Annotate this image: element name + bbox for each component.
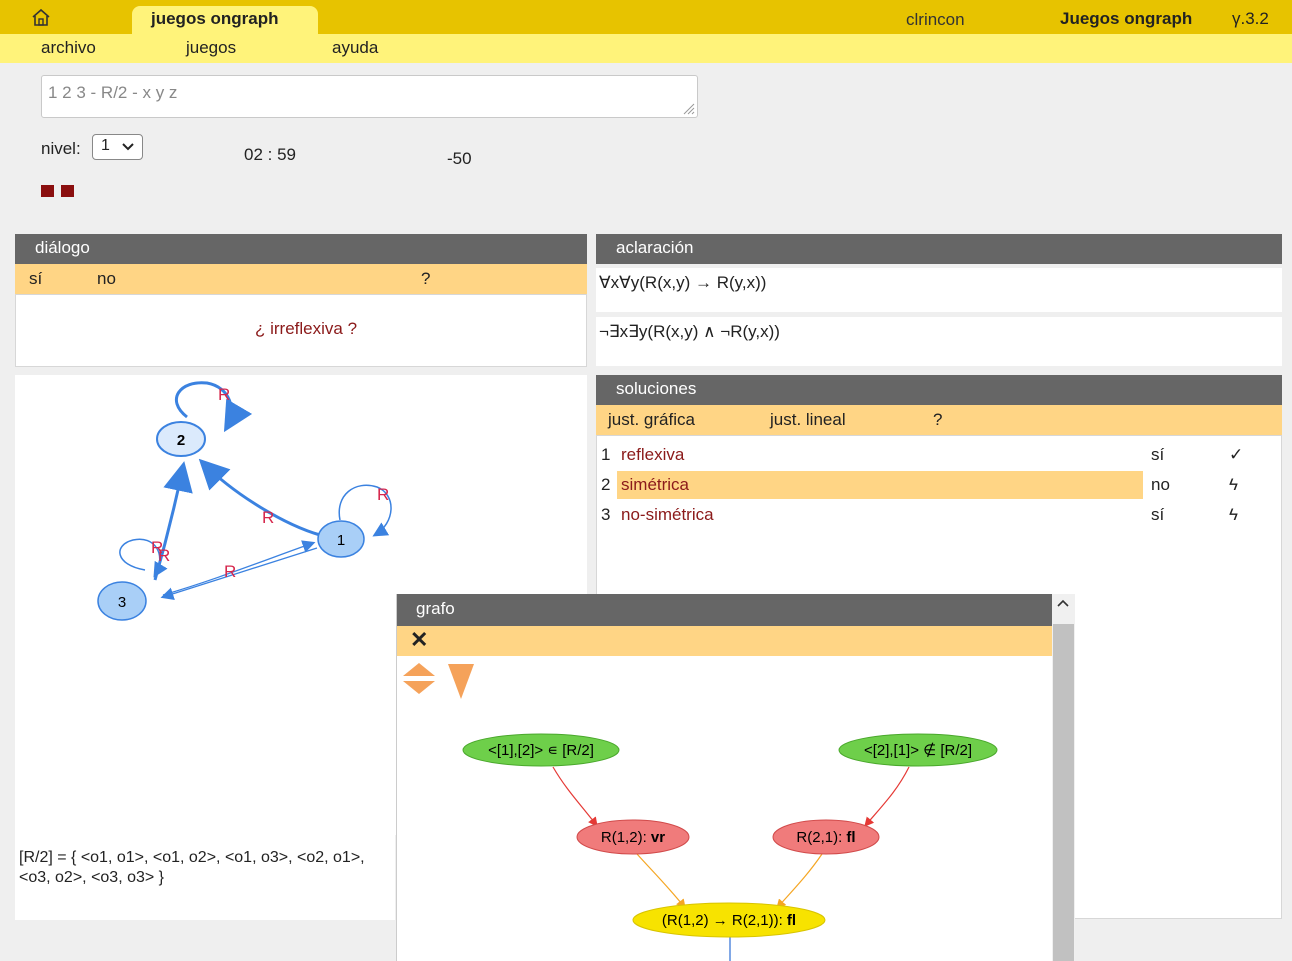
- graph-node-3[interactable]: 3: [97, 581, 147, 621]
- solution-name[interactable]: no-simétrica: [617, 501, 718, 529]
- home-icon[interactable]: [30, 6, 52, 28]
- menu-ayuda[interactable]: ayuda: [332, 38, 378, 58]
- solution-name[interactable]: simétrica: [617, 471, 1143, 499]
- answer-no-button[interactable]: no: [97, 269, 116, 289]
- aclaracion-title: aclaración: [616, 238, 694, 257]
- solution-row[interactable]: 1 reflexiva sí ✓: [597, 441, 1257, 469]
- edge-1-3: [160, 547, 318, 600]
- justification-tree: <[1],[2]> ∊ [R/2] <[2],[1]> ∉ [R/2] R(1,…: [403, 663, 998, 961]
- relation-extension: [R/2] = { <o1, o1>, <o1, o2>, <o1, o3>, …: [15, 835, 395, 920]
- aclaracion-header: aclaración: [596, 234, 1282, 264]
- score: -50: [447, 149, 472, 168]
- grafo-toolbar: ✕: [397, 626, 1052, 656]
- timer: 02 : 59: [244, 145, 296, 164]
- dialogo-toolbar: sí no ?: [15, 264, 587, 294]
- tree-node-premise-left[interactable]: <[1],[2]> ∊ [R/2]: [462, 733, 620, 767]
- app-title: Juegos ongraph: [1060, 9, 1193, 28]
- scroll-up-icon[interactable]: [1056, 597, 1070, 611]
- query-input[interactable]: 1 2 3 - R/2 - x y z: [41, 75, 698, 118]
- graph-node-2[interactable]: 2: [156, 421, 206, 457]
- soluciones-header: soluciones: [596, 375, 1282, 405]
- check-icon: ✓: [1229, 445, 1244, 464]
- tree-edge: [636, 853, 686, 909]
- dialogo-header: diálogo: [15, 234, 587, 264]
- solution-value: sí: [1151, 505, 1165, 524]
- expand-collapse-icon[interactable]: [403, 663, 435, 694]
- formula-2: ¬∃x∃y(R(x,y) ∧ ¬R(y,x)): [596, 317, 1282, 366]
- svg-text:1: 1: [337, 532, 345, 549]
- edge-label: R: [218, 385, 230, 404]
- top-bar: juegos ongraph clrincon Juegos ongraph γ…: [0, 0, 1292, 34]
- just-grafica-button[interactable]: just. gráfica: [608, 410, 695, 430]
- tree-node-premise-right[interactable]: <[2],[1]> ∉ [R/2]: [838, 733, 998, 767]
- tab-juegos-ongraph[interactable]: juegos ongraph: [132, 6, 318, 34]
- chevron-down-icon: [122, 143, 134, 151]
- dialogo-title: diálogo: [35, 238, 90, 257]
- formula-1: ∀x∀y(R(x,y) → R(y,x)): [596, 268, 1282, 312]
- solution-number: 3: [601, 505, 611, 524]
- dialogo-question: ¿ irreflexiva ?: [255, 319, 358, 338]
- grafo-modal: grafo ✕ <[1],[2]> ∊ [R/2] <[2],[1]> ∉ [R…: [396, 594, 1075, 961]
- scroll-thumb[interactable]: [1053, 624, 1074, 961]
- menu-juegos[interactable]: juegos: [186, 38, 236, 58]
- resize-grip-icon[interactable]: [681, 101, 695, 115]
- app-version: γ.3.2: [1232, 9, 1269, 28]
- edge-label: R: [262, 508, 274, 527]
- edge-label: R: [224, 562, 236, 581]
- svg-text:<[2],[1]> ∉ [R/2]: <[2],[1]> ∉ [R/2]: [864, 742, 972, 759]
- solution-number: 2: [601, 475, 611, 494]
- svg-text:2: 2: [177, 432, 185, 449]
- soluciones-help-button[interactable]: ?: [933, 410, 942, 430]
- close-icon[interactable]: ✕: [410, 627, 428, 653]
- edge-label: R: [158, 546, 170, 565]
- soluciones-title: soluciones: [616, 379, 697, 398]
- grafo-title: grafo: [416, 599, 455, 618]
- svg-text:R(2,1): fl: R(2,1): fl: [796, 829, 855, 846]
- tree-edge: [552, 766, 598, 827]
- svg-text:3: 3: [118, 594, 126, 611]
- solution-number: 1: [601, 445, 611, 464]
- grafo-header[interactable]: grafo: [397, 594, 1052, 626]
- answer-si-button[interactable]: sí: [29, 269, 42, 289]
- solution-row[interactable]: 3 no-simétrica sí ϟ: [597, 501, 1257, 529]
- solution-row[interactable]: 2 simétrica no ϟ: [597, 471, 1257, 499]
- collapse-down-icon[interactable]: [448, 664, 474, 699]
- graph-node-1[interactable]: 1: [317, 520, 365, 558]
- tree-node-implication[interactable]: (R(1,2) → R(2,1)): fl: [632, 902, 826, 938]
- just-lineal-button[interactable]: just. lineal: [770, 410, 846, 430]
- lightning-icon: ϟ: [1229, 475, 1238, 494]
- menu-archivo[interactable]: archivo: [41, 38, 96, 58]
- soluciones-toolbar: just. gráfica just. lineal ?: [596, 405, 1282, 435]
- grafo-scrollbar[interactable]: [1052, 594, 1075, 961]
- tree-edge: [864, 766, 910, 827]
- solution-value: no: [1151, 475, 1170, 494]
- solution-name[interactable]: reflexiva: [617, 441, 688, 469]
- nivel-label: nivel:: [41, 139, 81, 158]
- edge-label: R: [377, 485, 389, 504]
- nivel-value: 1: [101, 137, 110, 154]
- query-text: 1 2 3 - R/2 - x y z: [48, 83, 178, 102]
- svg-text:(R(1,2) → R(2,1)): fl: (R(1,2) → R(2,1)): fl: [662, 912, 796, 929]
- svg-text:R(1,2): vr: R(1,2): vr: [601, 829, 665, 846]
- pause-icon[interactable]: [41, 185, 75, 197]
- solution-value: sí: [1151, 445, 1165, 464]
- tree-node-r12[interactable]: R(1,2): vr: [576, 819, 690, 855]
- svg-text:<[1],[2]> ∊ [R/2]: <[1],[2]> ∊ [R/2]: [488, 742, 594, 759]
- tree-edge: [776, 853, 823, 909]
- edge-3-1: [162, 540, 316, 596]
- lightning-icon: ϟ: [1229, 505, 1238, 524]
- user-name[interactable]: clrincon: [906, 10, 965, 30]
- tree-node-r21[interactable]: R(2,1): fl: [772, 819, 880, 855]
- dialogo-help-button[interactable]: ?: [421, 269, 430, 289]
- nivel-select[interactable]: 1: [92, 134, 143, 160]
